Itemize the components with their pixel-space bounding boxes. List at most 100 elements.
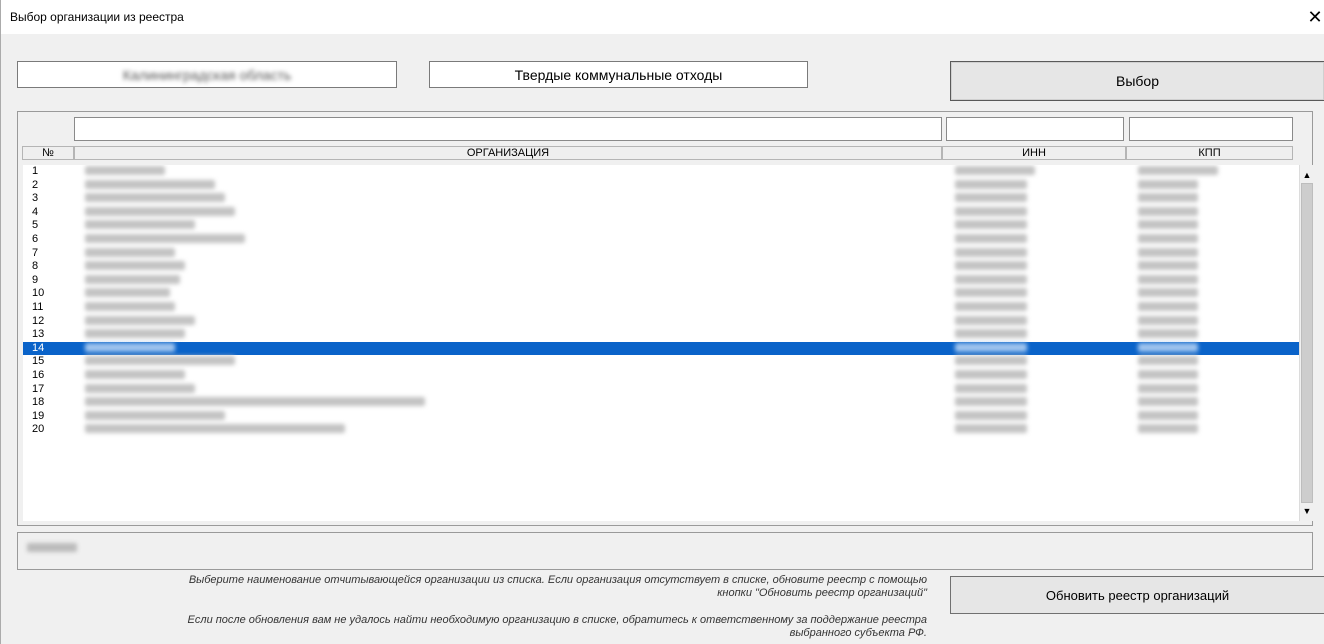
row-organization-redacted <box>85 329 185 339</box>
row-organization-redacted <box>85 424 345 434</box>
selected-organization-field <box>17 532 1313 570</box>
row-number: 1 <box>32 165 39 177</box>
title-bar: Выбор организации из реестра ✕ <box>1 0 1324 34</box>
table-row[interactable]: 4 <box>23 206 1299 219</box>
row-kpp-redacted <box>1138 302 1198 311</box>
row-kpp-redacted <box>1138 329 1198 339</box>
row-kpp-redacted <box>1138 179 1198 189</box>
hint-1-line-1: Выберите наименование отчитывающейся орг… <box>188 574 927 586</box>
table-row[interactable]: 7 <box>23 247 1299 260</box>
column-header-org[interactable]: ОРГАНИЗАЦИЯ <box>74 146 942 160</box>
table-row[interactable]: 11 <box>23 301 1299 314</box>
row-organization-redacted <box>85 179 215 189</box>
scroll-thumb[interactable] <box>1301 183 1313 503</box>
hint-text-2: Если после обновления вам не удалось най… <box>17 614 927 640</box>
row-inn-redacted <box>955 261 1027 271</box>
region-field[interactable]: Калининградская область <box>17 61 397 88</box>
row-number: 7 <box>32 246 39 259</box>
table-row[interactable]: 2 <box>23 179 1299 192</box>
row-inn-redacted <box>955 206 1027 216</box>
vertical-scrollbar[interactable]: ▲ ▼ <box>1299 165 1313 521</box>
table-row[interactable]: 5 <box>23 219 1299 232</box>
row-organization-redacted <box>85 410 225 420</box>
hint-2-line-2: выбранного субъекта РФ. <box>789 627 927 639</box>
row-kpp-redacted <box>1138 356 1198 366</box>
row-number: 20 <box>32 423 45 436</box>
filter-kpp-input[interactable] <box>1129 117 1293 141</box>
row-kpp-redacted <box>1138 220 1198 230</box>
filter-inn-input[interactable] <box>946 117 1124 141</box>
row-number: 4 <box>32 205 39 218</box>
row-inn-redacted <box>955 342 1027 352</box>
row-number: 12 <box>32 314 45 327</box>
row-number: 9 <box>32 273 39 286</box>
grid-rows: 1 2 3 4 5 6 7 8 9 10 11 12 13 14 15 16 17 18 19 20 <box>23 165 1299 521</box>
hint-2-line-1: Если после обновления вам не удалось най… <box>187 614 927 626</box>
row-organization-redacted <box>85 288 170 298</box>
row-organization-redacted <box>85 247 175 257</box>
table-row[interactable]: 13 <box>23 328 1299 341</box>
scroll-up-icon[interactable]: ▲ <box>1300 167 1314 183</box>
row-kpp-redacted <box>1138 410 1198 420</box>
filter-org-input[interactable] <box>74 117 942 141</box>
row-number: 15 <box>32 355 45 368</box>
selected-organization-value <box>27 543 77 552</box>
row-number: 19 <box>32 409 45 422</box>
table-row[interactable]: 19 <box>23 410 1299 423</box>
select-button[interactable]: Выбор <box>950 61 1324 101</box>
row-inn-redacted <box>955 288 1027 298</box>
table-row[interactable]: 10 <box>23 287 1299 300</box>
row-inn-redacted <box>955 193 1027 203</box>
table-row[interactable]: 17 <box>23 383 1299 396</box>
row-inn-redacted <box>955 247 1027 257</box>
scroll-down-icon[interactable]: ▼ <box>1300 503 1314 519</box>
table-row[interactable]: 16 <box>23 369 1299 382</box>
row-number: 13 <box>32 328 45 341</box>
column-header-kpp[interactable]: КПП <box>1126 146 1293 160</box>
table-row[interactable]: 3 <box>23 192 1299 205</box>
row-organization-redacted <box>85 234 245 243</box>
row-organization-redacted <box>85 315 195 325</box>
table-row[interactable]: 6 <box>23 233 1299 246</box>
column-header-inn[interactable]: ИНН <box>942 146 1126 160</box>
row-kpp-redacted <box>1138 234 1198 243</box>
row-number: 8 <box>32 260 39 273</box>
table-row[interactable]: 20 <box>23 423 1299 436</box>
table-row[interactable]: 15 <box>23 355 1299 368</box>
row-inn-redacted <box>955 370 1027 379</box>
row-kpp-redacted <box>1138 315 1198 325</box>
table-row[interactable]: 14 <box>23 340 1299 356</box>
row-organization-redacted <box>85 342 175 352</box>
row-kpp-redacted <box>1138 397 1198 407</box>
close-icon[interactable]: ✕ <box>1305 0 1324 34</box>
table-row[interactable]: 9 <box>23 274 1299 287</box>
row-inn-redacted <box>955 302 1027 311</box>
row-organization-redacted <box>85 206 235 216</box>
row-inn-redacted <box>955 166 1035 175</box>
column-header-num[interactable]: № <box>22 146 74 160</box>
dialog-window: Выбор организации из реестра ✕ Калинингр… <box>0 0 1324 644</box>
row-number: 10 <box>32 287 45 300</box>
row-inn-redacted <box>955 424 1027 434</box>
row-inn-redacted <box>955 220 1027 230</box>
row-kpp-redacted <box>1138 370 1198 379</box>
row-organization-redacted <box>85 383 195 393</box>
table-row[interactable]: 1 <box>23 165 1299 178</box>
table-row[interactable]: 8 <box>23 260 1299 273</box>
row-kpp-redacted <box>1138 261 1198 271</box>
organization-grid: № ОРГАНИЗАЦИЯ ИНН КПП 1 2 3 4 5 6 7 8 9 10 11 12 13 1… <box>17 111 1313 526</box>
row-kpp-redacted <box>1138 166 1218 175</box>
row-number: 14 <box>32 341 45 354</box>
refresh-registry-button[interactable]: Обновить реестр организаций <box>950 576 1324 614</box>
waste-type-field[interactable]: Твердые коммунальные отходы <box>429 61 808 88</box>
table-row[interactable]: 12 <box>23 315 1299 328</box>
hint-1-line-2: кнопки "Обновить реестр организаций" <box>717 587 927 599</box>
row-organization-redacted <box>85 302 175 311</box>
row-number: 18 <box>32 396 45 409</box>
table-row[interactable]: 18 <box>23 396 1299 409</box>
row-inn-redacted <box>955 410 1027 420</box>
row-kpp-redacted <box>1138 274 1198 284</box>
row-kpp-redacted <box>1138 342 1198 352</box>
hint-text-1: Выберите наименование отчитывающейся орг… <box>17 574 927 600</box>
row-kpp-redacted <box>1138 424 1198 434</box>
